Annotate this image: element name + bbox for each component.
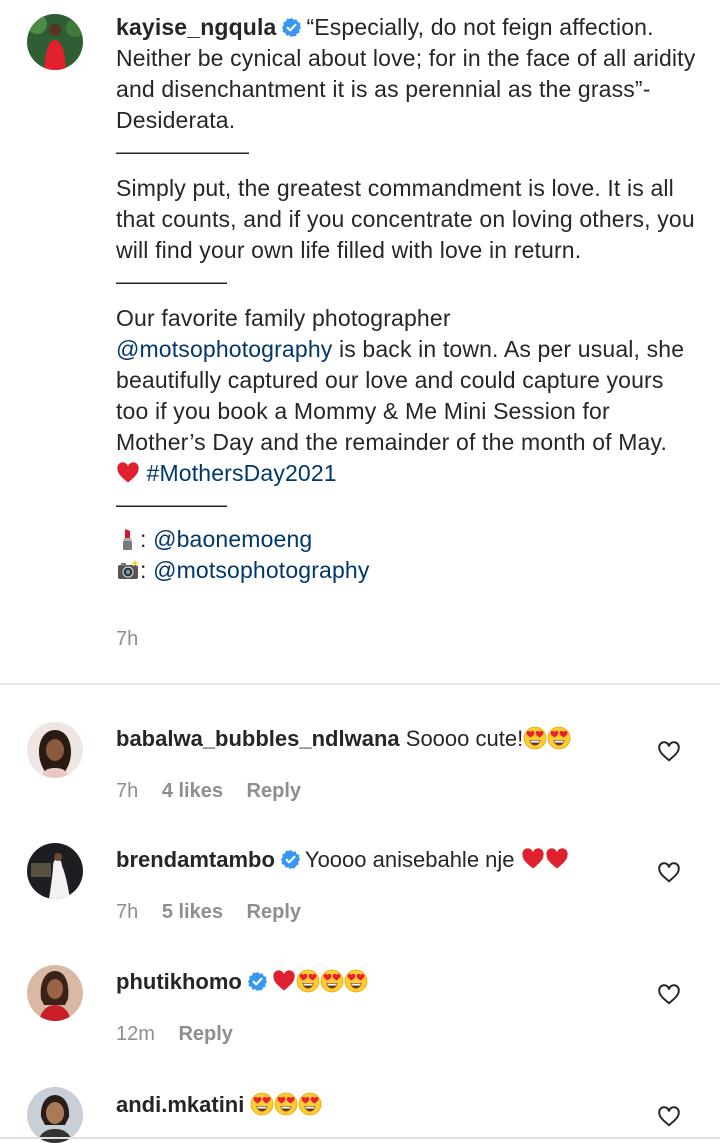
verified-badge-icon — [281, 17, 302, 38]
like-comment-button[interactable] — [656, 1103, 682, 1129]
heart-outline-icon — [656, 981, 682, 1007]
mention-link[interactable]: @baonemoeng — [153, 526, 312, 552]
caption-divider: ————— — [116, 268, 227, 294]
comment-username[interactable]: andi.mkatini — [116, 1092, 244, 1117]
commenter-avatar[interactable] — [27, 965, 83, 1021]
heart-eyes-emoji — [250, 1092, 274, 1116]
heart-eyes-emoji — [298, 1092, 322, 1116]
post-author-username[interactable]: kayise_ngqula — [116, 14, 276, 40]
comment-body: andi.mkatini — [116, 1091, 322, 1119]
comment-time: 12m — [116, 1023, 155, 1045]
like-comment-button[interactable] — [656, 981, 682, 1007]
like-comment-button[interactable] — [656, 859, 682, 885]
camera-flash-emoji — [116, 558, 140, 582]
commenter-avatar[interactable] — [27, 843, 83, 899]
comment-username[interactable]: babalwa_bubbles_ndlwana — [116, 726, 400, 751]
lipstick-emoji — [116, 527, 140, 551]
comment-text: Yoooo anisebahle nje — [304, 847, 515, 872]
comment-meta: 7h 4 likes Reply — [116, 780, 319, 803]
commenter-avatar[interactable] — [27, 1087, 83, 1143]
reply-button[interactable]: Reply — [247, 901, 301, 923]
heart-eyes-emoji — [344, 969, 368, 993]
red-heart-emoji — [116, 461, 140, 485]
comment-likes[interactable]: 5 likes — [162, 901, 223, 923]
red-heart-emoji — [545, 847, 569, 871]
post-caption: kayise_ngqula “Especially, do not feign a… — [116, 14, 696, 583]
hashtag-link[interactable]: #MothersDay2021 — [147, 460, 337, 486]
caption-text: Our favorite family photographer — [116, 305, 451, 331]
verified-badge-icon — [247, 971, 268, 992]
comment-username[interactable]: phutikhomo — [116, 969, 242, 994]
heart-outline-icon — [656, 738, 682, 764]
comment-time: 7h — [116, 780, 139, 802]
red-heart-emoji — [521, 847, 545, 871]
comment-username[interactable]: brendamtambo — [116, 847, 275, 872]
heart-outline-icon — [656, 859, 682, 885]
comment-body: phutikhomo — [116, 968, 368, 996]
like-comment-button[interactable] — [656, 738, 682, 764]
bottom-divider — [0, 1137, 720, 1139]
heart-eyes-emoji — [547, 726, 571, 750]
comment-text: Soooo cute! — [405, 726, 524, 751]
comment-time: 7h — [116, 901, 139, 923]
reply-button[interactable]: Reply — [178, 1023, 232, 1045]
caption-paragraph: Simply put, the greatest commandment is … — [116, 175, 695, 263]
verified-badge-icon — [280, 849, 301, 870]
comment-body: brendamtambo Yoooo anisebahle nje — [116, 846, 569, 874]
caption-divider: ————— — [116, 491, 227, 517]
post-author-avatar[interactable] — [27, 14, 83, 70]
heart-eyes-emoji — [523, 726, 547, 750]
red-heart-emoji — [272, 969, 296, 993]
reply-button[interactable]: Reply — [247, 780, 301, 802]
mention-link[interactable]: @motsophotography — [116, 336, 332, 362]
heart-outline-icon — [656, 1103, 682, 1129]
commenter-avatar[interactable] — [27, 722, 83, 778]
comment-body: babalwa_bubbles_ndlwana Soooo cute! — [116, 725, 571, 753]
caption-divider: —————— — [116, 138, 249, 164]
comment-likes[interactable]: 4 likes — [162, 780, 223, 802]
mention-link[interactable]: @motsophotography — [153, 557, 369, 583]
comment-meta: 12m Reply — [116, 1023, 251, 1046]
section-divider — [0, 683, 720, 685]
comment-meta: 7h 5 likes Reply — [116, 901, 319, 924]
heart-eyes-emoji — [274, 1092, 298, 1116]
heart-eyes-emoji — [296, 969, 320, 993]
post-timestamp: 7h — [116, 628, 139, 650]
heart-eyes-emoji — [320, 969, 344, 993]
